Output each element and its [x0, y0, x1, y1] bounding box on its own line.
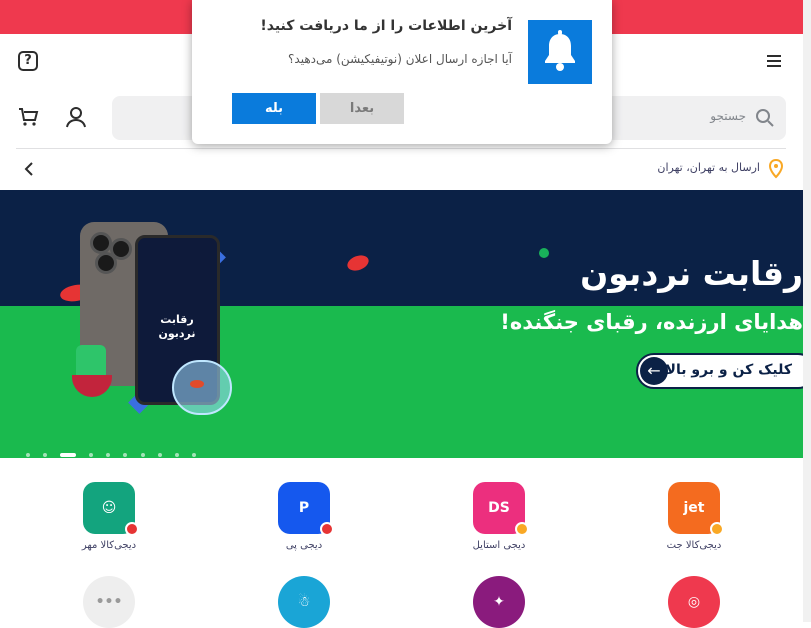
- search-placeholder: جستجو: [710, 109, 746, 123]
- carousel-dot[interactable]: [89, 452, 94, 457]
- egg-badge-icon: [710, 522, 724, 536]
- location-row[interactable]: ارسال به تهران، تهران: [0, 150, 803, 188]
- camera-lens: [95, 252, 117, 274]
- app-digikala-mehr[interactable]: ☺ دیجی‌کالا مهر: [49, 482, 169, 551]
- chevron-left-icon[interactable]: [22, 160, 36, 178]
- notification-permission-dialog: آخرین اطلاعات را از ما دریافت کنید! آیا …: [192, 0, 612, 144]
- carousel-dot[interactable]: [157, 452, 162, 457]
- phone-logo-text: رقابت نردبون: [158, 313, 196, 340]
- app-more[interactable]: •••: [49, 576, 169, 628]
- camera-lens: [90, 232, 112, 254]
- user-icon[interactable]: [65, 106, 87, 128]
- carousel-dot[interactable]: [140, 452, 145, 457]
- hamburger-icon[interactable]: [767, 55, 781, 67]
- app-digi-style[interactable]: DS دیجی استایل: [439, 482, 559, 551]
- app-red-target[interactable]: ◎: [634, 576, 754, 628]
- goldfish-decoration: [190, 380, 204, 388]
- dialog-title: آخرین اطلاعات را از ما دریافت کنید!: [260, 18, 512, 34]
- search-icon: [754, 107, 776, 129]
- fishbowl-decoration: [172, 360, 232, 415]
- header-divider: [16, 148, 786, 149]
- app-label: دیجی پی: [285, 540, 323, 551]
- carousel-dot[interactable]: [26, 452, 30, 457]
- banner-title: رقابت نردبون: [580, 254, 803, 293]
- banner-subtitle: هدایای ارزنده، رقبای جنگنده!: [500, 310, 803, 334]
- page-scrollbar[interactable]: [803, 0, 811, 622]
- question-icon[interactable]: ?: [18, 51, 38, 71]
- dialog-body: آیا اجازه ارسال اعلان (نوتیفیکیشن) می‌ده…: [288, 52, 512, 66]
- target-app-icon: ◎: [668, 576, 720, 628]
- carousel-dot[interactable]: [191, 452, 196, 457]
- cart-icon[interactable]: [17, 106, 39, 128]
- star-glyph: ✦: [493, 594, 505, 610]
- location-pin-icon: [768, 158, 784, 179]
- gift-glyph: ☃: [297, 594, 311, 610]
- target-glyph: ◎: [687, 594, 701, 610]
- carousel-dot[interactable]: [43, 452, 48, 457]
- carousel-dot[interactable]: [174, 452, 179, 457]
- pay-app-icon: P: [278, 482, 334, 536]
- carousel-dots[interactable]: [26, 444, 204, 457]
- banner-cta-button[interactable]: کلیک کن و برو بالا ←: [636, 353, 803, 389]
- location-text: ارسال به تهران، تهران: [657, 161, 760, 174]
- app-blue-gift[interactable]: ☃: [244, 576, 364, 628]
- app-purple-star[interactable]: ✦: [439, 576, 559, 628]
- carousel-dot[interactable]: [106, 452, 111, 457]
- ds-app-icon: DS: [473, 482, 529, 536]
- app-digikala-jet[interactable]: jet دیجی‌کالا جت: [634, 482, 754, 551]
- egg-badge-icon: [515, 522, 529, 536]
- quick-apps-grid: jet دیجی‌کالا جت DS دیجی استایل P دیجی پ…: [0, 458, 803, 628]
- hero-banner[interactable]: رقابت نردبون رقابت نردبون هدایای ارزنده،…: [0, 190, 803, 458]
- fish-badge-icon: [125, 522, 139, 536]
- star-app-icon: ✦: [473, 576, 525, 628]
- more-icon: •••: [83, 576, 135, 628]
- grass-decoration: [76, 345, 106, 375]
- app-digi-pay[interactable]: P دیجی پی: [244, 482, 364, 551]
- gift-app-icon: ☃: [278, 576, 330, 628]
- allow-button[interactable]: بله: [232, 93, 316, 124]
- red-fish-decoration: [345, 252, 371, 274]
- app-label: دیجی‌کالا مهر: [81, 540, 137, 551]
- planet-decoration: [539, 248, 549, 258]
- arrow-left-icon: ←: [640, 357, 668, 385]
- more-glyph: •••: [95, 594, 123, 610]
- banner-cta-label: کلیک کن و برو بالا: [665, 362, 792, 378]
- mehr-app-icon: ☺: [83, 482, 139, 536]
- jet-app-icon: jet: [668, 482, 724, 536]
- later-button[interactable]: بعدا: [320, 93, 404, 124]
- fish-badge-icon: [320, 522, 334, 536]
- app-label: دیجی استایل: [472, 540, 526, 551]
- app-label: دیجی‌کالا جت: [666, 540, 722, 551]
- carousel-dot-active[interactable]: [60, 452, 77, 457]
- bell-icon: [528, 20, 592, 84]
